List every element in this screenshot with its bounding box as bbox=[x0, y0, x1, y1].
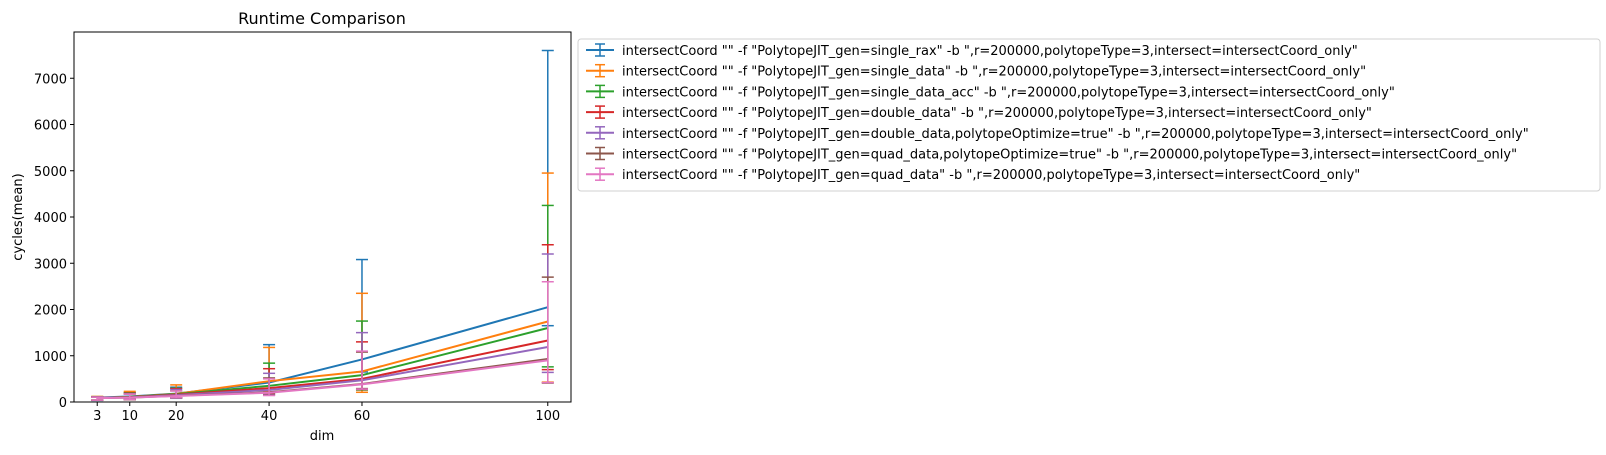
legend-label: intersectCoord "" -f "PolytopeJIT_gen=qu… bbox=[622, 148, 1517, 163]
series-line bbox=[97, 357, 548, 400]
legend-entry: intersectCoord "" -f "PolytopeJIT_gen=si… bbox=[586, 63, 1366, 80]
runtime-comparison-chart: Runtime Comparison 3 10 20 40 60 100 0 1000 200… bbox=[11, 9, 1601, 444]
series-3 bbox=[91, 204, 554, 401]
x-axis: 3 10 20 40 60 100 bbox=[93, 402, 560, 424]
legend-label: intersectCoord "" -f "PolytopeJIT_gen=si… bbox=[622, 85, 1395, 100]
y-tick-label: 5000 bbox=[34, 165, 67, 180]
legend-entry: intersectCoord "" -f "PolytopeJIT_gen=do… bbox=[586, 126, 1529, 142]
x-axis-label: dim bbox=[310, 429, 335, 444]
x-tick-label: 100 bbox=[535, 409, 560, 424]
series-1 bbox=[91, 49, 554, 402]
legend-label: intersectCoord "" -f "PolytopeJIT_gen=do… bbox=[622, 106, 1372, 121]
legend-entry: intersectCoord "" -f "PolytopeJIT_gen=si… bbox=[586, 43, 1358, 59]
x-tick-label: 60 bbox=[354, 409, 371, 424]
chart-title: Runtime Comparison bbox=[238, 9, 406, 28]
legend-entry: intersectCoord "" -f "PolytopeJIT_gen=qu… bbox=[586, 146, 1517, 163]
legend-label: intersectCoord "" -f "PolytopeJIT_gen=si… bbox=[622, 65, 1366, 80]
y-tick-label: 4000 bbox=[34, 211, 67, 226]
y-axis-label: cycles(mean) bbox=[11, 173, 26, 260]
x-tick-label: 3 bbox=[93, 409, 101, 424]
legend-label: intersectCoord "" -f "PolytopeJIT_gen=qu… bbox=[622, 168, 1360, 183]
y-tick-label: 0 bbox=[59, 396, 67, 411]
series-4 bbox=[91, 244, 554, 401]
series-5 bbox=[91, 253, 554, 401]
legend-entry: intersectCoord "" -f "PolytopeJIT_gen=si… bbox=[586, 84, 1395, 100]
y-axis: 0 1000 2000 3000 4000 5000 6000 7000 bbox=[34, 72, 74, 411]
legend-label: intersectCoord "" -f "PolytopeJIT_gen=si… bbox=[622, 44, 1358, 59]
series-2 bbox=[91, 172, 554, 401]
y-tick-label: 7000 bbox=[34, 72, 67, 87]
legend: intersectCoord "" -f "PolytopeJIT_gen=si… bbox=[577, 38, 1601, 192]
x-tick-label: 40 bbox=[261, 409, 278, 424]
y-tick-label: 2000 bbox=[34, 304, 67, 319]
y-tick-label: 3000 bbox=[34, 257, 67, 272]
x-tick-label: 10 bbox=[121, 409, 138, 424]
legend-entry: intersectCoord "" -f "PolytopeJIT_gen=qu… bbox=[586, 167, 1360, 183]
plot-area bbox=[73, 31, 572, 403]
x-tick-label: 20 bbox=[168, 409, 185, 424]
legend-label: intersectCoord "" -f "PolytopeJIT_gen=do… bbox=[622, 127, 1529, 142]
series-layer bbox=[91, 49, 554, 402]
legend-entry: intersectCoord "" -f "PolytopeJIT_gen=do… bbox=[586, 105, 1372, 121]
y-tick-label: 1000 bbox=[34, 350, 67, 365]
y-tick-label: 6000 bbox=[34, 119, 67, 134]
